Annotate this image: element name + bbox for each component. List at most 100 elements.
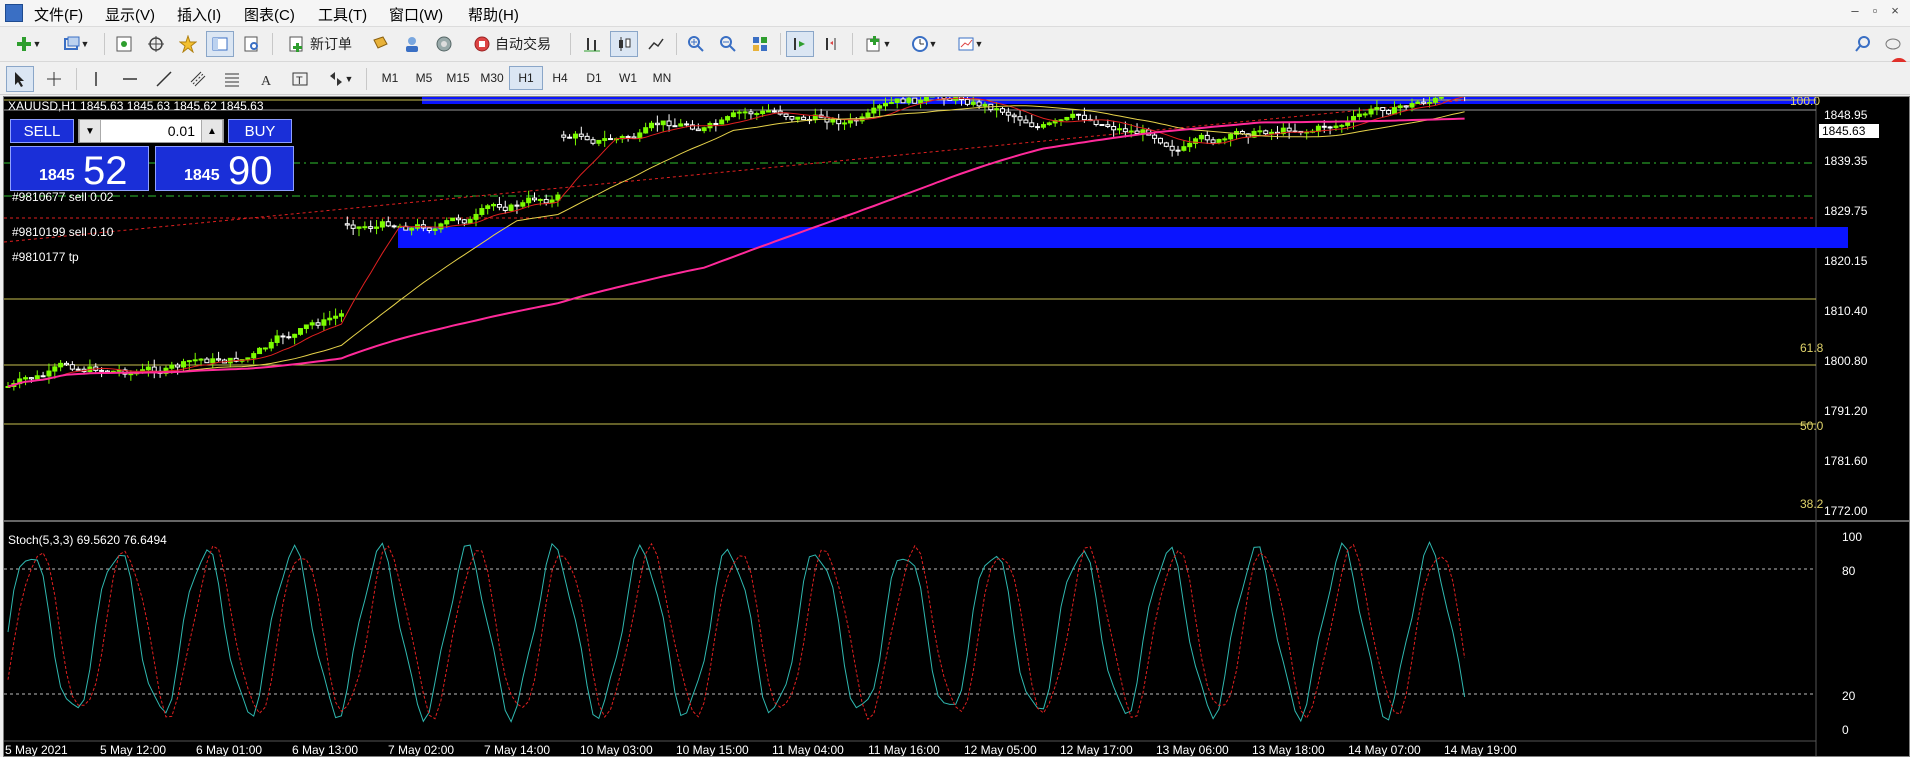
community-button[interactable] [430, 31, 458, 57]
indicators-button[interactable]: ▼ [858, 31, 898, 57]
app-icon[interactable] [5, 4, 23, 22]
candle-body [192, 359, 198, 362]
crosshair-button[interactable] [142, 31, 170, 57]
timeframe-h1[interactable]: H1 [509, 66, 543, 90]
profiles-icon [63, 36, 80, 50]
auto-trading-button[interactable]: 自动交易 [462, 31, 562, 57]
candle-body [479, 208, 485, 215]
horizontal-line-button[interactable] [116, 66, 144, 92]
favorites-button[interactable] [174, 31, 202, 57]
candle-body [602, 138, 608, 141]
candle-body [356, 226, 362, 229]
candle-body [1187, 142, 1193, 148]
metaeditor-button[interactable] [366, 31, 394, 57]
candle-body [409, 227, 415, 231]
lot-decrease-arrow-icon[interactable]: ▼ [79, 120, 101, 142]
chat-button[interactable] [1880, 31, 1908, 57]
price-chart[interactable] [4, 97, 1910, 757]
candle-body [1099, 124, 1105, 127]
navigator-button[interactable] [206, 31, 234, 57]
bar-chart-button[interactable] [578, 31, 606, 57]
menu-view[interactable]: 显示(V) [105, 4, 155, 25]
periods-button[interactable]: ▼ [904, 31, 944, 57]
restore-button[interactable]: ▫ [1865, 3, 1885, 18]
signals-button[interactable] [398, 31, 426, 57]
candle-body [181, 361, 186, 368]
line-chart-button[interactable] [642, 31, 670, 57]
candle-body [666, 120, 672, 127]
line-chart-icon [648, 38, 664, 50]
time-tick: 6 May 13:00 [292, 743, 359, 757]
lot-increase-arrow-icon[interactable]: ▲ [201, 120, 223, 142]
buy-price-box[interactable]: 1845 90 [155, 146, 294, 193]
candlestick-icon [619, 37, 631, 51]
sell-price-box[interactable]: 1845 52 [10, 146, 149, 193]
timeframe-d1[interactable]: D1 [577, 66, 611, 90]
candle-body [742, 111, 748, 114]
equidistant-channel-button[interactable] [184, 66, 212, 92]
standard-toolbar: ▼ ▼ 新订单 自动交易 ▼ ▼ ▼ [0, 27, 1910, 76]
lot-size-input[interactable]: ▼ 0.01 ▲ [78, 119, 224, 143]
buy-button[interactable]: BUY [228, 119, 292, 143]
time-tick: 5 May 2021 [5, 743, 68, 757]
menu-charts[interactable]: 图表(C) [244, 4, 295, 25]
sell-button[interactable]: SELL [10, 119, 74, 143]
candle-body [1415, 101, 1421, 105]
target-icon [148, 36, 164, 52]
timeframe-m15[interactable]: M15 [441, 66, 475, 90]
menu-tools[interactable]: 工具(T) [318, 4, 367, 25]
tile-windows-button[interactable] [746, 31, 774, 57]
chart-window[interactable]: XAUUSD,H1 1845.63 1845.63 1845.62 1845.6… [3, 96, 1910, 757]
timeframe-m1[interactable]: M1 [373, 66, 407, 90]
text-label-button[interactable]: T [286, 66, 314, 92]
market-watch-button[interactable] [110, 31, 138, 57]
trendline-button[interactable] [150, 66, 178, 92]
template-icon [958, 37, 974, 51]
candle-body [455, 217, 461, 221]
menu-insert[interactable]: 插入(I) [177, 4, 221, 25]
zoom-out-button[interactable] [714, 31, 742, 57]
menu-help[interactable]: 帮助(H) [468, 4, 519, 25]
candle-body [1134, 130, 1140, 134]
auto-scroll-button[interactable] [786, 31, 814, 57]
timeframe-mn[interactable]: MN [645, 66, 679, 90]
templates-button[interactable]: ▼ [950, 31, 990, 57]
text-button[interactable]: A [252, 66, 280, 92]
new-chart-button[interactable]: ▼ [8, 31, 48, 57]
terminal-button[interactable] [238, 31, 266, 57]
candle-body [502, 206, 508, 211]
timeframe-h4[interactable]: H4 [543, 66, 577, 90]
candle-body [900, 98, 906, 104]
close-button[interactable]: × [1885, 3, 1905, 18]
search-button[interactable] [1850, 31, 1876, 57]
candle-body [725, 116, 731, 121]
candle-body [1257, 130, 1263, 133]
zoom-in-button[interactable] [682, 31, 710, 57]
chart-shift-button[interactable] [818, 31, 846, 57]
candle-body [684, 123, 690, 126]
crosshair-tool-button[interactable] [40, 66, 68, 92]
candle-body [1035, 126, 1041, 129]
candle-body [1093, 119, 1099, 126]
vertical-line-button[interactable] [82, 66, 110, 92]
cursor-button[interactable] [6, 66, 34, 92]
profiles-button[interactable]: ▼ [56, 31, 96, 57]
timeframe-m5[interactable]: M5 [407, 66, 441, 90]
new-order-button[interactable]: 新订单 [278, 31, 362, 57]
candle-body [1064, 116, 1070, 121]
candle-body [1397, 105, 1403, 109]
candle-body [169, 364, 175, 369]
price-tick: 1781.60 [1824, 454, 1868, 468]
candle-body [1327, 126, 1333, 129]
order-label: #9810677 sell 0.02 [12, 190, 114, 204]
candle-body [508, 204, 514, 211]
minimize-button[interactable]: – [1845, 3, 1865, 18]
timeframe-w1[interactable]: W1 [611, 66, 645, 90]
time-tick: 7 May 14:00 [484, 743, 551, 757]
fibonacci-button[interactable] [218, 66, 246, 92]
menu-file[interactable]: 文件(F) [34, 4, 83, 25]
arrows-button[interactable]: ▼ [320, 66, 360, 92]
menu-window[interactable]: 窗口(W) [389, 4, 443, 25]
candlestick-button[interactable] [610, 31, 638, 57]
timeframe-m30[interactable]: M30 [475, 66, 509, 90]
